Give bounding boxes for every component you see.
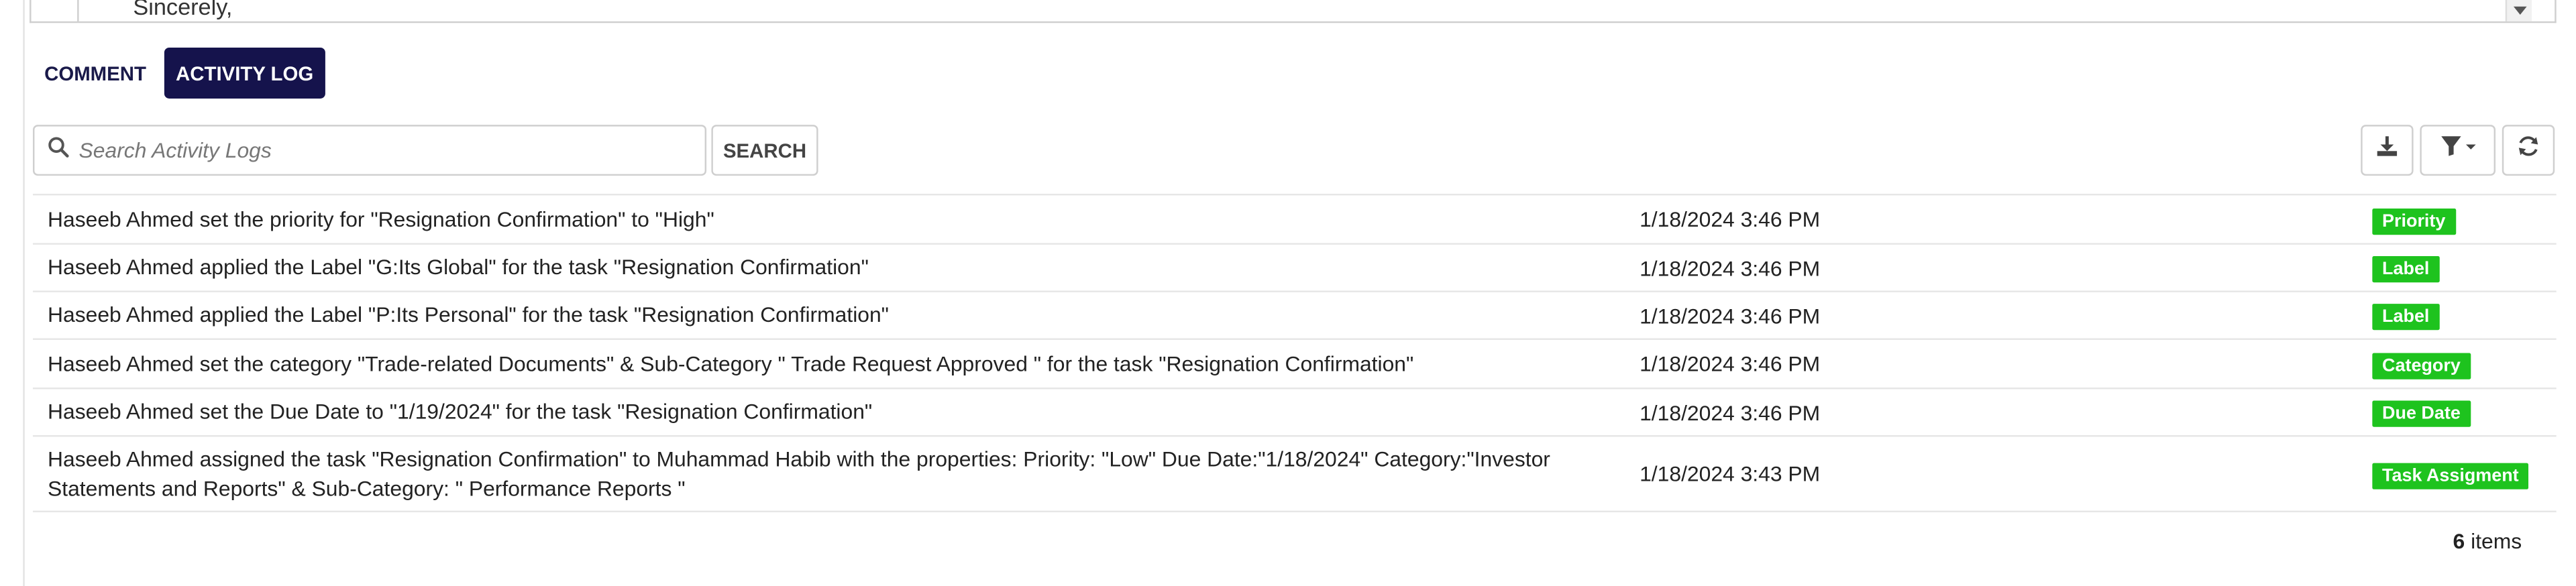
download-icon	[2375, 135, 2398, 166]
download-button[interactable]	[2361, 125, 2414, 176]
log-tag-badge: Label	[2372, 256, 2440, 283]
scroll-down-arrow-icon[interactable]	[2512, 6, 2526, 15]
log-tag-badge: Category	[2372, 352, 2471, 379]
tab-comment[interactable]: COMMENT	[33, 48, 158, 99]
table-row: Haseeb Ahmed set the Due Date to "1/19/2…	[32, 387, 2557, 435]
log-tag-cell: Label	[2372, 300, 2440, 331]
panel-left-border	[23, 0, 25, 586]
refresh-button[interactable]	[2502, 125, 2555, 176]
log-message: Haseeb Ahmed set the category "Trade-rel…	[48, 350, 1414, 375]
log-time: 1/18/2024 3:46 PM	[1640, 400, 1821, 425]
search-field[interactable]	[32, 125, 707, 176]
table-row: Haseeb Ahmed assigned the task "Resignat…	[32, 434, 2557, 513]
log-time: 1/18/2024 3:46 PM	[1640, 302, 1821, 328]
editor-text[interactable]: Sincerely,	[133, 0, 232, 19]
filter-dropdown-button[interactable]	[2420, 125, 2496, 176]
log-time: 1/18/2024 3:43 PM	[1640, 461, 1821, 486]
table-row: Haseeb Ahmed set the category "Trade-rel…	[32, 338, 2557, 387]
tab-bar: COMMENT ACTIVITY LOG	[33, 48, 325, 99]
log-tag-cell: Task Assigment	[2372, 459, 2529, 489]
log-message: Haseeb Ahmed applied the Label "P:Its Pe…	[48, 302, 889, 327]
log-tag-cell: Label	[2372, 253, 2440, 283]
tab-activity-log[interactable]: ACTIVITY LOG	[164, 48, 325, 99]
search-input[interactable]	[75, 136, 674, 164]
log-time: 1/18/2024 3:46 PM	[1640, 255, 1821, 280]
log-message: Haseeb Ahmed set the Due Date to "1/19/2…	[48, 399, 873, 424]
table-row: Haseeb Ahmed applied the Label "P:Its Pe…	[32, 290, 2557, 338]
activity-log-panel: Sincerely, COMMENT ACTIVITY LOG SEARCH	[0, 0, 2576, 586]
comment-editor[interactable]: Sincerely,	[30, 0, 2557, 23]
log-message: Haseeb Ahmed assigned the task "Resignat…	[48, 445, 1550, 500]
pager-info: 6 items	[2453, 529, 2522, 554]
editor-gutter-line	[77, 0, 79, 21]
editor-scrollbar[interactable]	[2505, 0, 2532, 21]
log-tag-cell: Category	[2372, 349, 2471, 379]
log-tag-badge: Due Date	[2372, 400, 2471, 427]
log-tag-cell: Priority	[2372, 204, 2456, 234]
item-count: 6	[2453, 528, 2465, 554]
log-message: Haseeb Ahmed applied the Label "G:Its Gl…	[48, 254, 869, 280]
table-row: Haseeb Ahmed applied the Label "G:Its Gl…	[32, 243, 2557, 290]
filter-icon	[2440, 135, 2476, 166]
activity-log-table: Haseeb Ahmed set the priority for "Resig…	[32, 193, 2557, 513]
search-button[interactable]: SEARCH	[711, 125, 818, 176]
refresh-icon	[2517, 135, 2540, 166]
log-time: 1/18/2024 3:46 PM	[1640, 207, 1821, 232]
search-icon	[48, 135, 69, 165]
log-message: Haseeb Ahmed set the priority for "Resig…	[48, 206, 714, 231]
log-tag-badge: Task Assigment	[2372, 462, 2529, 489]
log-tag-cell: Due Date	[2372, 398, 2471, 427]
item-count-label: items	[2471, 528, 2522, 554]
table-row: Haseeb Ahmed set the priority for "Resig…	[32, 193, 2557, 243]
log-tag-badge: Label	[2372, 304, 2440, 331]
log-tag-badge: Priority	[2372, 207, 2456, 234]
log-time: 1/18/2024 3:46 PM	[1640, 351, 1821, 376]
